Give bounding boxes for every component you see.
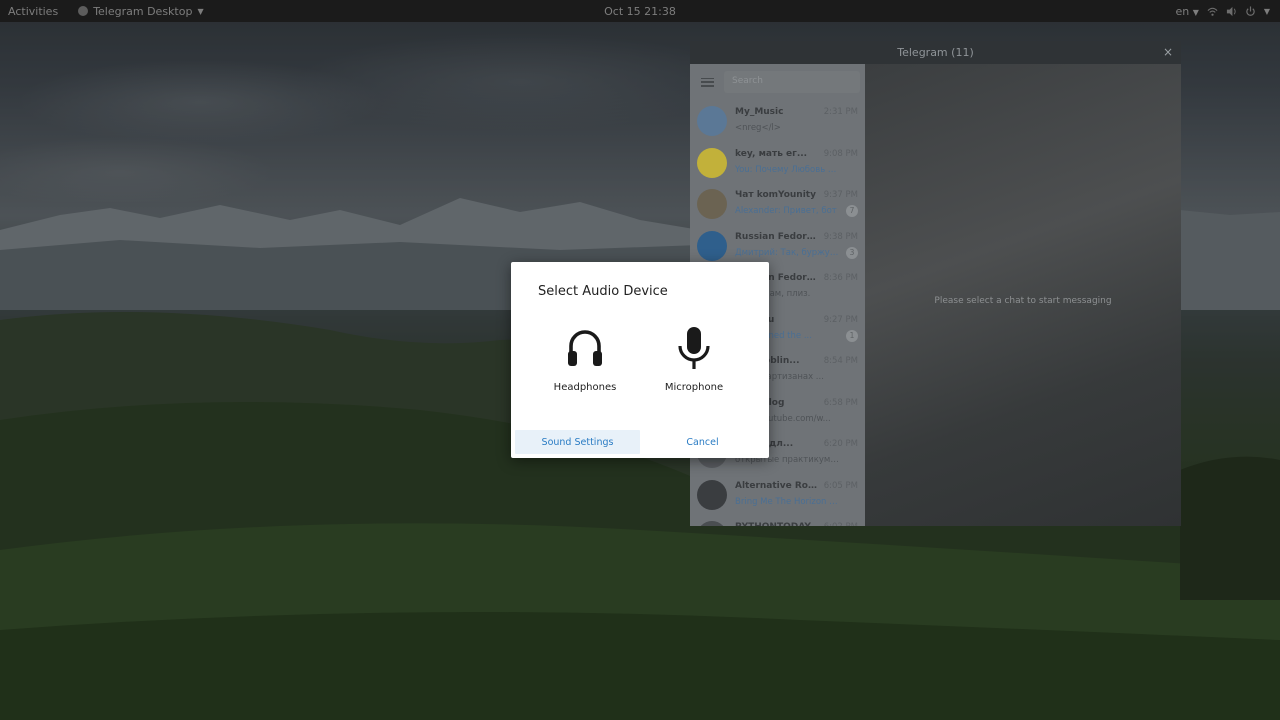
microphone-option[interactable]: Microphone [649, 326, 739, 393]
chat-avatar [697, 479, 727, 510]
chat-preview: Alexander: Привет, бот [735, 206, 837, 216]
unread-badge: 3 [846, 246, 858, 259]
chat-list-item[interactable]: PYTHONTODAY 6:02 PM [690, 515, 865, 526]
chat-avatar [697, 521, 727, 526]
wifi-icon[interactable] [1207, 6, 1218, 17]
language-label: en [1175, 4, 1190, 18]
chat-list-item[interactable]: My_Music 2:31 PM <nreg</l> [690, 100, 865, 142]
chat-list-item[interactable]: Russian Fedora... 9:38 PM Дмитрий: Так, бу… [690, 225, 865, 267]
microphone-icon [678, 327, 710, 369]
chat-area: Please select a chat to start messaging [865, 64, 1181, 526]
activities-button[interactable]: Activities [8, 5, 58, 18]
headphones-option[interactable]: Headphones [540, 326, 630, 393]
search-input[interactable]: Search [724, 71, 860, 93]
language-indicator[interactable]: en ▼ [1175, 5, 1198, 18]
chat-time: 9:27 PM [823, 314, 858, 325]
chat-preview: Bring Me The Horizon – Brin... [735, 496, 840, 507]
chat-list-item[interactable]: Чат komYounity 9:37 PM Alexander: Привет, … [690, 183, 865, 225]
unread-badge: 7 [846, 205, 858, 217]
power-icon[interactable] [1245, 5, 1256, 17]
system-tray: en ▼ ▼ [1175, 5, 1270, 18]
clock[interactable]: Oct 15 21:38 [604, 5, 676, 18]
chat-time: 6:20 PM [823, 439, 858, 449]
chat-name: PYTHONTODAY [735, 522, 820, 526]
chat-preview: You: Почему Любовь Т... [735, 164, 840, 175]
headphones-label: Headphones [553, 382, 617, 393]
chat-time: 9:37 PM [823, 190, 858, 200]
microphone-label: Microphone [664, 382, 724, 393]
chat-time: 2:31 PM [823, 107, 858, 117]
cancel-button[interactable]: Cancel [640, 430, 765, 454]
chat-time: 6:58 PM [823, 397, 858, 408]
chat-time: 8:36 PM [823, 273, 858, 283]
empty-state-label: Please select a chat to start messaging [934, 296, 1112, 306]
chat-time: 9:38 PM [823, 231, 858, 242]
chat-time: 6:05 PM [823, 480, 858, 491]
close-icon[interactable]: × [1163, 45, 1173, 59]
dialog-actions: Sound Settings Cancel [515, 430, 765, 454]
chat-list-item[interactable]: key, мать ег... 9:08 PM You: Почему Любовь… [690, 142, 865, 184]
sound-settings-button[interactable]: Sound Settings [515, 430, 640, 454]
chevron-down-icon: ▼ [197, 6, 204, 16]
chat-list-item[interactable]: Alternative Roc... 6:05 PM Bring Me The Ho… [690, 474, 865, 516]
search-row: Search [690, 64, 865, 100]
headphones-icon [568, 330, 602, 366]
unread-badge: 1 [846, 329, 858, 342]
chat-name: Чат komYounity [735, 190, 816, 200]
window-title: Telegram (11) [897, 46, 974, 59]
chat-preview: <nreg</l> [735, 123, 781, 133]
select-audio-device-dialog: Select Audio Device Headphones Microphon… [511, 262, 769, 458]
window-titlebar[interactable]: Telegram (11) × [690, 41, 1181, 64]
app-menu[interactable]: Telegram Desktop ▼ [78, 4, 204, 18]
chat-avatar [697, 230, 727, 261]
chat-avatar [697, 189, 727, 219]
chevron-down-icon[interactable]: ▼ [1264, 7, 1270, 16]
chat-name: My_Music [735, 107, 784, 117]
app-menu-label: Telegram Desktop [93, 4, 193, 18]
top-bar: Activities Telegram Desktop ▼ Oct 15 21:… [0, 0, 1280, 22]
chat-preview: Дмитрий: Так, буржуи г... [735, 247, 840, 258]
chat-avatar [697, 147, 727, 178]
menu-icon[interactable] [701, 77, 714, 87]
chat-name: key, мать ег... [735, 148, 808, 159]
telegram-icon [78, 6, 89, 16]
chevron-down-icon: ▼ [1192, 7, 1199, 17]
dialog-title: Select Audio Device [538, 284, 668, 299]
chat-name: Russian Fedora... [735, 231, 820, 242]
chat-time: 8:54 PM [823, 356, 858, 366]
chat-time: 6:02 PM [824, 522, 858, 526]
chat-avatar [697, 106, 727, 136]
chat-name: Alternative Roc... [735, 480, 820, 491]
chat-time: 9:08 PM [823, 148, 858, 159]
volume-icon[interactable] [1226, 6, 1237, 17]
